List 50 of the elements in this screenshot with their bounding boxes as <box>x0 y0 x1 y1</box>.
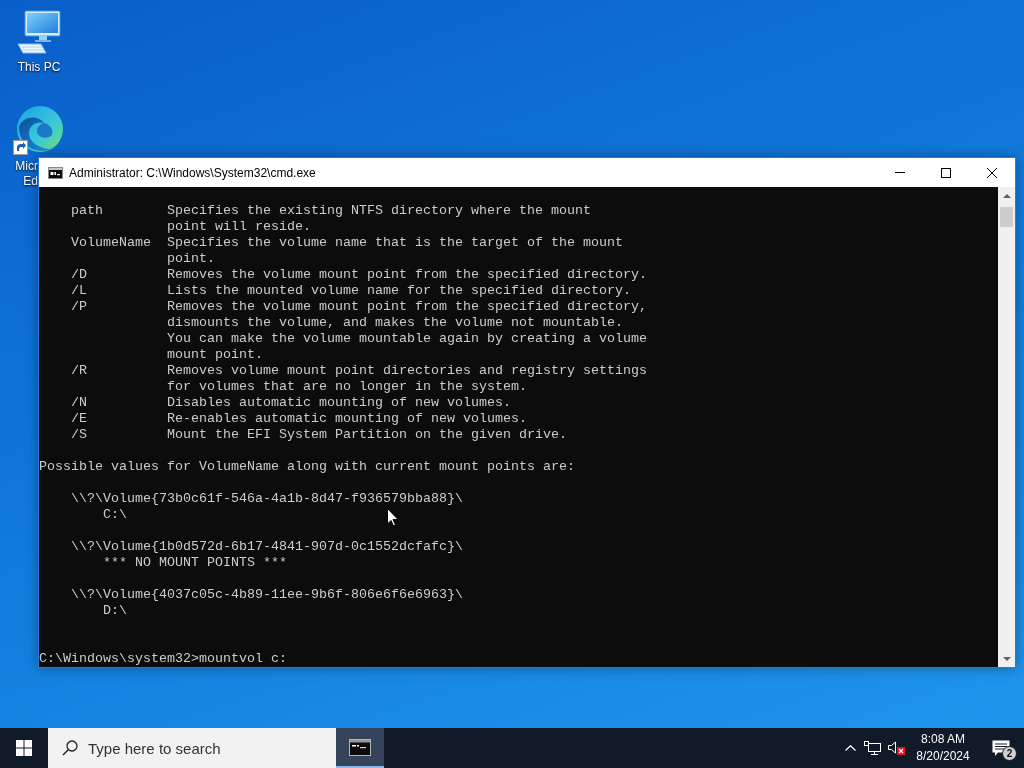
search-icon <box>62 740 78 756</box>
parameter-description: Lists the mounted volume name for the specified directory. <box>167 283 631 299</box>
parameter-description: Mount the EFI System Partition on the given drive. <box>167 427 567 443</box>
parameter-name: /P <box>71 299 87 315</box>
volume-path: \\?\Volume{73b0c61f-546a-4a1b-8d47-f936579bba88}\ <box>71 491 463 507</box>
parameter-description: Specifies the existing NTFS directory where the mount point will reside. <box>167 203 591 235</box>
chevron-up-icon <box>844 745 856 751</box>
desktop-icon-label: This PC <box>17 60 61 75</box>
terminal-icon <box>48 166 63 179</box>
parameter-description: Specifies the volume name that is the target of the mount point. <box>167 235 623 267</box>
desktop-icon-label: Micr Ed <box>14 159 38 189</box>
parameter-description: Re-enables automatic mounting of new volumes. <box>167 411 527 427</box>
windows-logo-icon <box>16 740 32 756</box>
mount-point: D:\ <box>103 603 127 619</box>
parameter-name: /N <box>71 395 87 411</box>
parameter-name: path <box>71 203 103 219</box>
mount-point: *** NO MOUNT POINTS *** <box>103 555 287 571</box>
scrollbar[interactable] <box>998 187 1015 667</box>
console-text: Possible values for VolumeName along with current mount points are: <box>39 459 575 475</box>
caret-down-icon <box>1002 656 1011 661</box>
parameter-name: /S <box>71 427 87 443</box>
browser-icon[interactable] <box>13 105 63 155</box>
parameter-name: /L <box>71 283 87 299</box>
mount-point: C:\ <box>103 507 127 523</box>
caret-up-icon <box>1002 193 1011 198</box>
notifications-button[interactable]: 2 <box>978 728 1024 768</box>
search-field[interactable]: Type here to search <box>48 728 336 768</box>
parameter-name: /R <box>71 363 87 379</box>
network-icon <box>863 740 881 756</box>
terminal-icon <box>349 738 371 756</box>
close-icon <box>987 167 997 178</box>
notification-count-badge: 2 <box>1002 746 1017 761</box>
parameter-description: Removes the volume mount point from the specified directory. <box>167 267 647 283</box>
window-title: Administrator: C:\Windows\System32\cmd.exe <box>69 164 316 182</box>
parameter-name: /E <box>71 411 87 427</box>
command-prompt-line[interactable]: C:\Windows\system32>mountvol c: <box>39 651 287 667</box>
clock-button[interactable]: 8:08 AM 8/20/2024 <box>908 728 978 768</box>
mouse-pointer-icon <box>387 508 399 527</box>
parameter-name: VolumeName <box>71 235 151 251</box>
parameter-description: Removes volume mount point directories and registry settings for volumes that are no longer in the system. <box>167 363 647 395</box>
volume-path: \\?\Volume{4037c05c-4b89-11ee-9b6f-806e6f6e6963}\ <box>71 587 463 603</box>
computer-icon[interactable] <box>16 10 62 54</box>
taskbar-app-button[interactable] <box>336 728 384 768</box>
parameter-name: /D <box>71 267 87 283</box>
parameter-description: Disables automatic mounting of new volumes. <box>167 395 511 411</box>
volume-path: \\?\Volume{1b0d572d-6b17-4841-907d-0c1552dcfafc}\ <box>71 539 463 555</box>
minimize-icon <box>895 172 905 173</box>
scrollbar-thumb[interactable] <box>1000 207 1013 227</box>
parameter-description: Removes the volume mount point from the specified directory, dismounts the volume, and makes the volume not mountable. You can make the volume mountable again by creating a volume mount point. <box>167 299 647 363</box>
maximize-icon <box>941 167 951 178</box>
